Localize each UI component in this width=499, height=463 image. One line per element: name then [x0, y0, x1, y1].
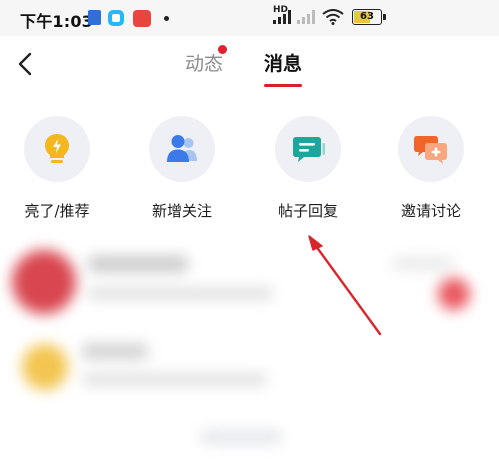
notification-app-icon — [108, 10, 124, 26]
back-button[interactable] — [10, 48, 42, 80]
chevron-left-icon — [18, 52, 32, 76]
status-time: 下午1:03 — [20, 12, 93, 31]
notification-app-icon — [88, 10, 101, 25]
category-icon-circle — [398, 116, 464, 182]
list-item — [200, 430, 282, 444]
more-notifications-dot — [164, 16, 169, 21]
category-label: 邀请讨论 — [400, 202, 461, 220]
battery-terminal — [383, 14, 386, 20]
chat-reply-icon — [293, 137, 325, 162]
tab-dynamic-badge — [218, 45, 227, 54]
user-add-icon — [167, 135, 197, 162]
category-icon-circle — [24, 116, 90, 182]
category-new-followers[interactable]: 新增关注 — [127, 116, 237, 226]
category-icon-circle — [149, 116, 215, 182]
battery-icon: 63 — [352, 9, 382, 25]
category-label: 新增关注 — [151, 202, 212, 220]
signal-icon — [273, 10, 293, 24]
battery-percent: 63 — [360, 11, 374, 22]
category-label: 帖子回复 — [277, 202, 338, 220]
active-tab-indicator — [264, 84, 302, 87]
category-icon-circle — [275, 116, 341, 182]
message-list-blurred — [0, 240, 499, 463]
invite-discuss-icon — [414, 136, 447, 164]
signal-icon — [297, 10, 317, 24]
category-likes-recommend[interactable]: 亮了/推荐 — [2, 116, 112, 226]
category-post-replies[interactable]: 帖子回复 — [253, 116, 363, 226]
list-item — [88, 288, 273, 299]
list-item — [82, 344, 148, 359]
notification-app-icon — [133, 10, 151, 27]
avatar — [12, 250, 76, 314]
unread-badge — [438, 278, 470, 310]
list-item — [392, 258, 454, 269]
tab-dynamic[interactable]: 动态 — [185, 49, 223, 76]
list-item — [88, 256, 188, 272]
avatar — [22, 344, 68, 390]
lightbulb-icon — [45, 134, 69, 163]
category-label: 亮了/推荐 — [24, 202, 90, 220]
category-invite-discussion[interactable]: 邀请讨论 — [376, 116, 486, 226]
status-bar: 下午1:03 HD 63 — [0, 0, 499, 36]
wifi-icon — [322, 9, 344, 25]
list-item — [82, 374, 267, 385]
header: 动态 消息 — [0, 36, 499, 94]
tab-messages[interactable]: 消息 — [264, 49, 302, 76]
